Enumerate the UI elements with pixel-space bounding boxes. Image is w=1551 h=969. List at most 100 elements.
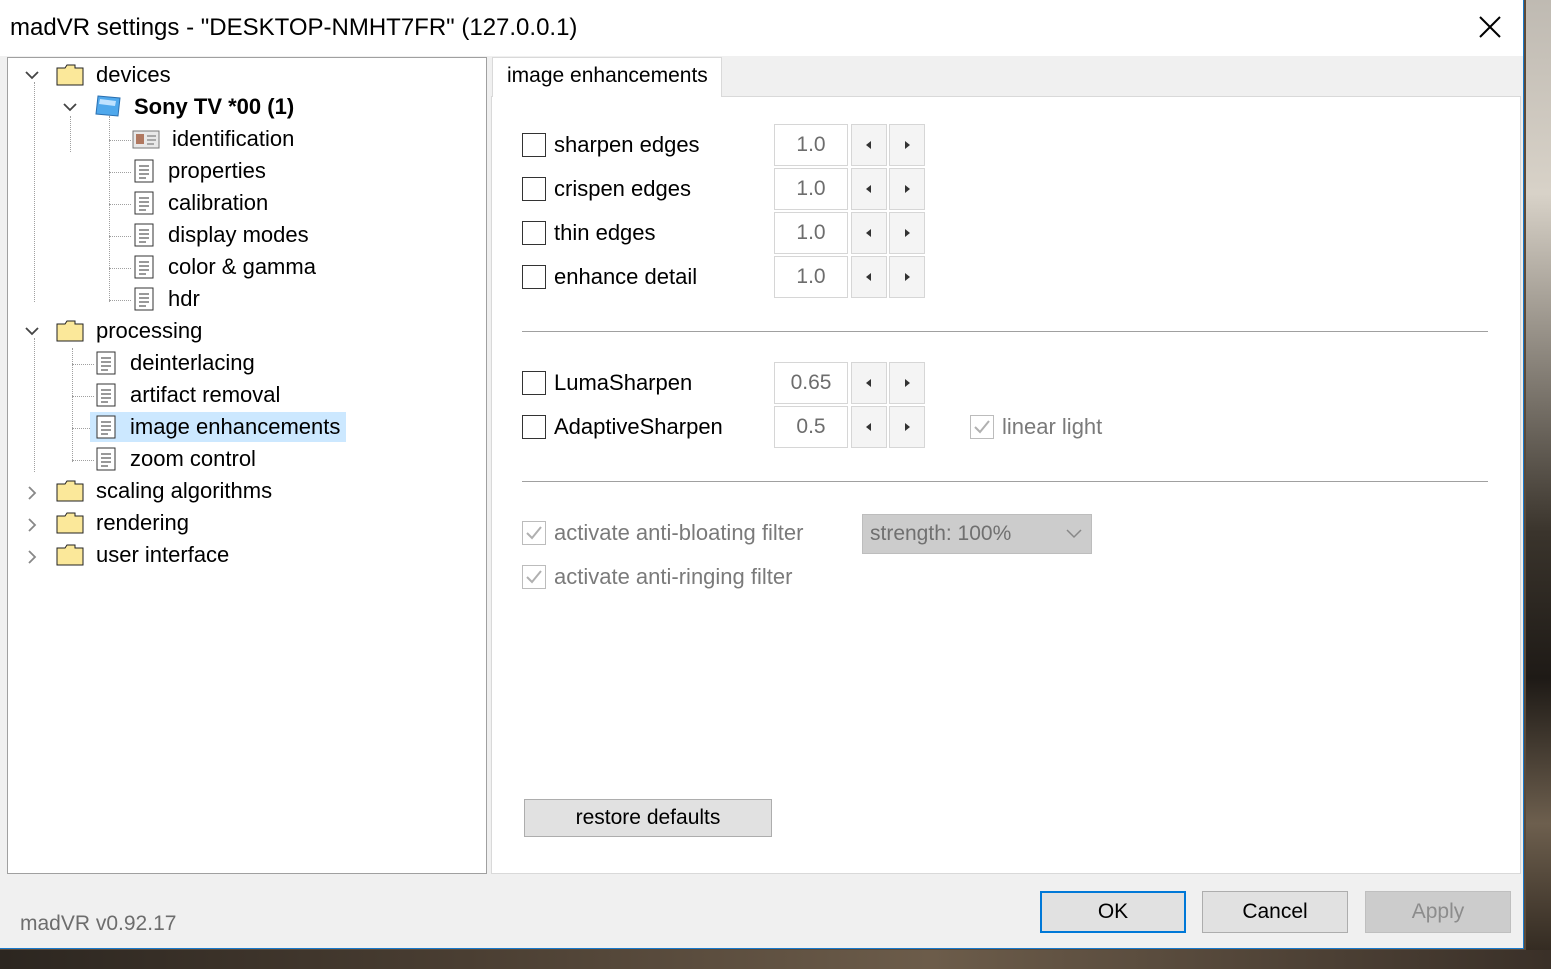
tree-node-rendering[interactable]: rendering (56, 508, 193, 538)
arrow-left-icon (866, 273, 871, 281)
sharpen-edges-label: sharpen edges (554, 132, 700, 157)
sharpen-edges-decrease-button[interactable] (851, 124, 887, 166)
close-button[interactable] (1460, 2, 1520, 52)
page-icon (134, 255, 154, 279)
anti-ringing-row[interactable]: activate anti-ringing filter (522, 557, 792, 597)
tree-node-scaling-algorithms[interactable]: scaling algorithms (56, 476, 276, 506)
ok-button[interactable]: OK (1040, 891, 1186, 933)
tree-node-image-enhancements[interactable]: image enhancements (90, 412, 347, 442)
crispen-edges-decrease-button[interactable] (851, 168, 887, 210)
adaptivesharpen-decrease-button[interactable] (851, 406, 887, 448)
enhance-detail-row[interactable]: enhance detail (522, 257, 697, 297)
tree-node-user-interface[interactable]: user interface (56, 540, 233, 570)
thin-edges-decrease-button[interactable] (851, 212, 887, 254)
crispen-edges-row[interactable]: crispen edges (522, 169, 691, 209)
title-bar[interactable]: madVR settings - "DESKTOP-NMHT7FR" (127.… (0, 0, 1523, 56)
settings-window: madVR settings - "DESKTOP-NMHT7FR" (127.… (0, 0, 1524, 949)
separator (522, 481, 1488, 482)
strength-dropdown[interactable]: strength: 100% (862, 514, 1092, 554)
arrow-left-icon (866, 185, 871, 193)
page-icon (134, 223, 154, 247)
separator (522, 331, 1488, 332)
adaptivesharpen-row[interactable]: AdaptiveSharpen (522, 407, 723, 447)
arrow-right-icon (905, 273, 910, 281)
lumasharpen-row[interactable]: LumaSharpen (522, 363, 692, 403)
version-label: madVR v0.92.17 (20, 912, 177, 935)
anti-ringing-checkbox[interactable] (522, 565, 546, 589)
tree-node-identification[interactable]: identification (132, 124, 298, 154)
tree-label: devices (96, 62, 171, 87)
thin-edges-row[interactable]: thin edges (522, 213, 656, 253)
tree-line (72, 396, 94, 397)
id-card-icon (132, 128, 160, 150)
settings-tree[interactable]: devices Sony TV *00 (1) identification p… (7, 57, 487, 874)
tree-node-artifact-removal[interactable]: artifact removal (96, 380, 284, 410)
adaptivesharpen-value[interactable]: 0.5 (774, 406, 848, 448)
arrow-right-icon (905, 423, 910, 431)
enhance-detail-decrease-button[interactable] (851, 256, 887, 298)
window-title: madVR settings - "DESKTOP-NMHT7FR" (127.… (10, 14, 578, 41)
tree-node-deinterlacing[interactable]: deinterlacing (96, 348, 259, 378)
tree-node-calibration[interactable]: calibration (134, 188, 272, 218)
tree-node-color-gamma[interactable]: color & gamma (134, 252, 320, 282)
tree-line (109, 300, 131, 301)
tree-node-devices[interactable]: devices (56, 60, 175, 90)
linear-light-row[interactable]: linear light (970, 407, 1102, 447)
expand-device-chevron-icon[interactable] (62, 99, 78, 115)
page-icon (96, 447, 116, 471)
tree-line (109, 204, 131, 205)
lumasharpen-decrease-button[interactable] (851, 362, 887, 404)
enhance-detail-value[interactable]: 1.0 (774, 256, 848, 298)
tab-image-enhancements[interactable]: image enhancements (492, 57, 722, 97)
expand-rendering-chevron-icon[interactable] (24, 517, 40, 533)
tree-node-display-modes[interactable]: display modes (134, 220, 313, 250)
adaptivesharpen-increase-button[interactable] (889, 406, 925, 448)
crispen-edges-checkbox[interactable] (522, 177, 546, 201)
tree-node-properties[interactable]: properties (134, 156, 270, 186)
sharpen-edges-checkbox[interactable] (522, 133, 546, 157)
cancel-button[interactable]: Cancel (1202, 891, 1348, 933)
tree-line (109, 236, 131, 237)
anti-bloating-label: activate anti-bloating filter (554, 520, 804, 545)
linear-light-checkbox[interactable] (970, 415, 994, 439)
expand-devices-chevron-icon[interactable] (24, 67, 40, 83)
crispen-edges-increase-button[interactable] (889, 168, 925, 210)
tree-line (72, 348, 73, 462)
thin-edges-value[interactable]: 1.0 (774, 212, 848, 254)
adaptivesharpen-checkbox[interactable] (522, 415, 546, 439)
sharpen-edges-value[interactable]: 1.0 (774, 124, 848, 166)
tree-label: calibration (168, 190, 269, 215)
checkmark-icon (526, 526, 542, 540)
page-icon (96, 415, 116, 439)
tree-label: properties (168, 158, 266, 183)
tree-line (70, 116, 71, 152)
tree-node-device[interactable]: Sony TV *00 (1) (94, 92, 298, 122)
crispen-edges-value[interactable]: 1.0 (774, 168, 848, 210)
tree-node-hdr[interactable]: hdr (134, 284, 204, 314)
tree-node-zoom-control[interactable]: zoom control (96, 444, 260, 474)
lumasharpen-checkbox[interactable] (522, 371, 546, 395)
close-icon (1479, 16, 1501, 38)
apply-button[interactable]: Apply (1365, 891, 1511, 933)
expand-scaling-chevron-icon[interactable] (24, 485, 40, 501)
lumasharpen-increase-button[interactable] (889, 362, 925, 404)
enhance-detail-increase-button[interactable] (889, 256, 925, 298)
sharpen-edges-increase-button[interactable] (889, 124, 925, 166)
restore-defaults-button[interactable]: restore defaults (524, 799, 772, 837)
expand-processing-chevron-icon[interactable] (24, 323, 40, 339)
arrow-right-icon (905, 379, 910, 387)
sharpen-edges-row[interactable]: sharpen edges (522, 125, 700, 165)
enhance-detail-checkbox[interactable] (522, 265, 546, 289)
anti-bloating-checkbox[interactable] (522, 521, 546, 545)
thin-edges-increase-button[interactable] (889, 212, 925, 254)
expand-user-interface-chevron-icon[interactable] (24, 549, 40, 565)
thin-edges-checkbox[interactable] (522, 221, 546, 245)
adaptivesharpen-label: AdaptiveSharpen (554, 414, 723, 439)
folder-icon (56, 64, 84, 86)
tree-node-processing[interactable]: processing (56, 316, 206, 346)
lumasharpen-value[interactable]: 0.65 (774, 362, 848, 404)
anti-bloating-row[interactable]: activate anti-bloating filter (522, 513, 803, 553)
crispen-edges-label: crispen edges (554, 176, 691, 201)
desktop-background-bottom (0, 950, 1551, 969)
chevron-down-icon (1066, 529, 1082, 539)
